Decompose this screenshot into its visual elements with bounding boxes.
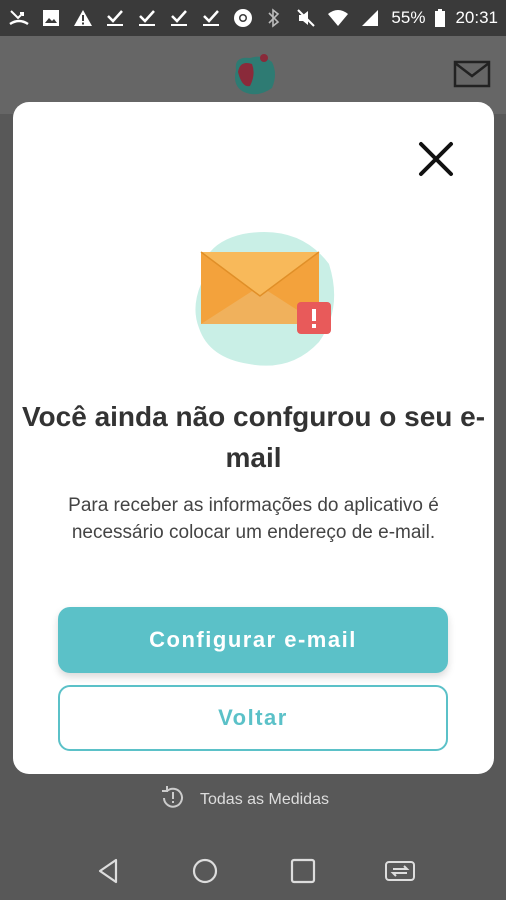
all-measures-label: Todas as Medidas — [200, 791, 329, 808]
recent-apps-nav-icon[interactable] — [288, 856, 318, 886]
mute-icon — [295, 8, 317, 28]
status-bar-right: 55% 20:31 — [263, 8, 498, 28]
download-done-icon — [104, 8, 126, 28]
status-bar: 55% 20:31 — [0, 0, 506, 36]
signal-icon — [359, 8, 381, 28]
all-measures-link[interactable]: Todas as Medidas — [158, 784, 329, 816]
download-done-icon — [136, 8, 158, 28]
clock: 20:31 — [455, 8, 498, 27]
back-button[interactable]: Voltar — [58, 685, 448, 751]
dialog-message: Para receber as informações do aplicativ… — [68, 495, 439, 543]
configure-email-button[interactable]: Configurar e-mail — [58, 607, 448, 673]
status-bar-left — [8, 8, 254, 28]
email-not-configured-dialog: Você ainda não confgurou o seu e-mail Pa… — [13, 102, 494, 774]
close-icon[interactable] — [415, 138, 457, 180]
app-logo — [228, 48, 280, 100]
system-nav-bar — [0, 840, 506, 900]
warning-icon — [72, 8, 94, 28]
back-nav-icon[interactable] — [94, 856, 124, 886]
dialog-title: Você ainda não confgurou o seu e-mail — [21, 401, 486, 473]
battery-percentage: 55% — [391, 8, 426, 27]
battery-icon — [435, 8, 446, 28]
download-done-icon — [168, 8, 190, 28]
mail-icon[interactable] — [452, 58, 492, 90]
home-nav-icon[interactable] — [190, 856, 220, 886]
envelope-alert-icon — [181, 224, 339, 374]
switch-window-nav-icon[interactable] — [384, 856, 415, 886]
history-icon — [158, 783, 188, 818]
download-done-icon — [200, 8, 222, 28]
bluetooth-icon — [263, 8, 285, 28]
chrome-icon — [232, 8, 254, 28]
missed-call-icon — [8, 8, 30, 28]
image-icon — [40, 8, 62, 28]
wifi-icon — [327, 8, 349, 28]
